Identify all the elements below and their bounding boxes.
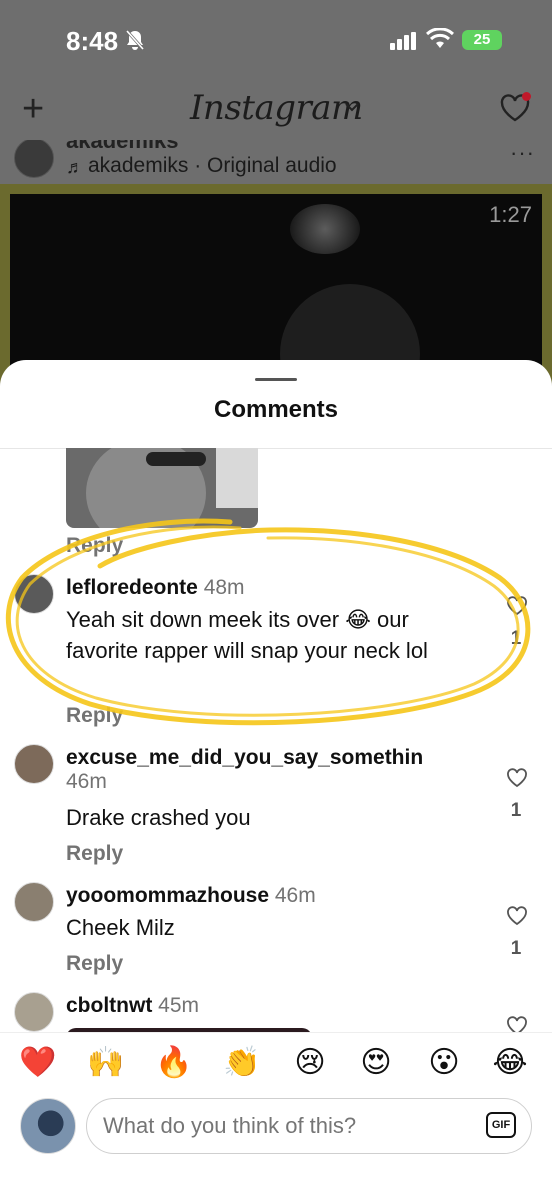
heart-icon[interactable] — [506, 906, 528, 926]
comment-composer: GIF — [0, 1094, 552, 1200]
create-icon[interactable]: + — [22, 90, 44, 128]
more-options-icon[interactable]: ··· — [510, 140, 535, 166]
avatar[interactable] — [14, 882, 54, 922]
video-duration: 1:27 — [489, 202, 532, 227]
username-text[interactable]: cboltnwt — [66, 994, 152, 1017]
username-text[interactable]: excuse_me_did_you_say_somethin — [66, 746, 423, 769]
my-avatar[interactable] — [20, 1098, 76, 1154]
avatar[interactable] — [14, 744, 54, 784]
comment-text: Drake crashed you — [66, 805, 251, 830]
post-meta: akademiks ♬ akademiks · Original audio ·… — [0, 140, 552, 188]
comment-username[interactable]: cboltnwt 45m — [66, 994, 199, 1018]
avatar[interactable] — [14, 574, 54, 614]
emoji-heart-eyes[interactable]: 😍 — [356, 1045, 396, 1081]
reply-button[interactable]: Reply — [66, 534, 123, 558]
like-count: 1 — [510, 938, 522, 959]
post-username[interactable]: akademiks — [66, 140, 179, 154]
reply-button[interactable]: Reply — [66, 952, 123, 976]
battery-level: 25 — [473, 31, 491, 48]
post-media-frame: 1:27 — [0, 184, 552, 394]
music-note-icon: ♬ — [66, 157, 84, 177]
comment-text: Cheek Milz — [66, 915, 175, 940]
sheet-grabber[interactable] — [255, 378, 297, 381]
emoji-raised-hands[interactable]: 🙌 — [86, 1045, 126, 1081]
image-paper — [216, 448, 258, 508]
sheet-title: Comments — [213, 396, 339, 423]
clock: 8:48 — [66, 26, 119, 56]
reply-button[interactable]: Reply — [66, 704, 123, 728]
comments-sheet: Comments Reply lefloredeonte 48m Yeah si… — [0, 360, 552, 1200]
instagram-logo[interactable]: Instagram — [190, 88, 363, 128]
like-count: 1 — [510, 800, 522, 821]
gif-icon[interactable]: GIF — [486, 1112, 516, 1138]
emoji-cry[interactable]: 😢 — [290, 1045, 330, 1081]
emoji-laughing[interactable]: 😂 — [490, 1045, 530, 1081]
chevron-down-icon[interactable] — [345, 102, 359, 112]
heart-icon[interactable] — [506, 768, 528, 788]
like-count: 1 — [510, 628, 522, 649]
comment-time: 46m — [274, 884, 316, 907]
username-text[interactable]: yooomommazhouse — [66, 884, 269, 907]
comment-text: Yeah sit down meek its over 😂 our favori… — [66, 607, 428, 663]
comment-username[interactable]: excuse_me_did_you_say_somethin 46m — [66, 746, 423, 794]
bell-muted-icon — [125, 30, 145, 50]
comment-time: 45m — [158, 994, 200, 1017]
comment-username[interactable]: yooomommazhouse 46m — [66, 884, 316, 908]
heart-icon[interactable] — [506, 596, 528, 616]
status-bar: 8:48 25 — [0, 0, 552, 80]
username-text[interactable]: lefloredeonte — [66, 576, 198, 599]
emoji-fire[interactable]: 🔥 — [154, 1045, 194, 1081]
avatar[interactable] — [14, 992, 54, 1032]
emoji-clap[interactable]: 👏 — [222, 1045, 262, 1081]
app-header: + Instagram — [0, 80, 552, 140]
comment-image[interactable] — [66, 448, 258, 528]
emoji-reaction-bar: ❤️ 🙌 🔥 👏 😢 😍 😮 😂 — [0, 1032, 552, 1094]
cell-signal-icon — [390, 32, 416, 50]
image-sunglasses — [146, 452, 206, 466]
comment-input[interactable] — [86, 1098, 532, 1154]
emoji-surprised[interactable]: 😮 — [424, 1045, 464, 1081]
notification-dot — [522, 92, 531, 101]
reply-button[interactable]: Reply — [66, 842, 123, 866]
battery-indicator: 25 — [462, 30, 502, 50]
comment-username[interactable]: lefloredeonte 48m — [66, 576, 245, 600]
post-avatar[interactable] — [14, 140, 54, 178]
post-audio[interactable]: akademiks · Original audio — [88, 154, 337, 178]
comment-time: 48m — [203, 576, 245, 599]
comment-time: 46m — [66, 770, 107, 793]
video-light — [290, 204, 360, 254]
wifi-icon — [426, 28, 454, 48]
emoji-heart[interactable]: ❤️ — [18, 1045, 58, 1081]
